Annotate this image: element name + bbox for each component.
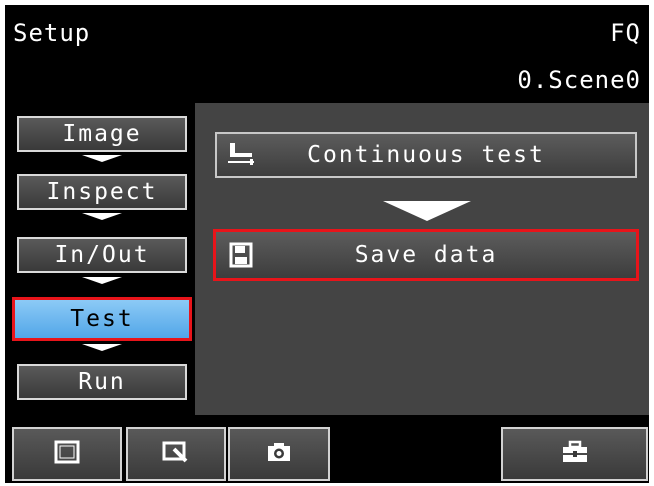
frame-icon	[53, 439, 81, 469]
sidebar-item-test[interactable]: Test	[12, 297, 192, 341]
sidebar-item-label: Image	[62, 121, 142, 147]
tools-button[interactable]	[501, 427, 648, 481]
flow-arrow-icon	[82, 277, 122, 284]
sidebar-item-label: In/Out	[54, 242, 150, 268]
continuous-test-label: Continuous test	[307, 142, 545, 168]
flow-arrow-icon	[82, 344, 122, 351]
save-data-label: Save data	[354, 242, 498, 268]
continuous-test-button[interactable]: Continuous test	[215, 132, 637, 178]
sidebar-item-label: Run	[78, 369, 126, 395]
zoom-window-button[interactable]	[126, 427, 226, 481]
continuous-test-icon	[217, 141, 267, 169]
capture-image-button[interactable]	[228, 427, 330, 481]
device-name: FQ	[610, 19, 641, 47]
device-screen: Setup FQ 0.Scene0 Image Inspect In/Out T…	[5, 5, 649, 483]
sidebar-item-inspect[interactable]: Inspect	[17, 174, 187, 210]
flow-arrow-icon	[383, 201, 471, 221]
toolbox-icon	[560, 440, 590, 468]
sidebar-item-run[interactable]: Run	[17, 364, 187, 400]
mode-title: Setup	[13, 19, 91, 47]
display-frame-button[interactable]	[12, 427, 122, 481]
zoom-window-icon	[162, 440, 190, 468]
sidebar-item-label: Inspect	[46, 179, 158, 205]
sidebar-item-in-out[interactable]: In/Out	[17, 237, 187, 273]
sidebar-item-image[interactable]: Image	[17, 116, 187, 152]
save-data-button[interactable]: Save data	[213, 229, 639, 281]
flow-arrow-icon	[82, 213, 122, 220]
camera-icon	[266, 441, 292, 467]
save-disk-icon	[216, 242, 266, 268]
sidebar-item-label: Test	[70, 306, 134, 332]
flow-arrow-icon	[82, 155, 122, 162]
scene-name: 0.Scene0	[517, 66, 641, 94]
